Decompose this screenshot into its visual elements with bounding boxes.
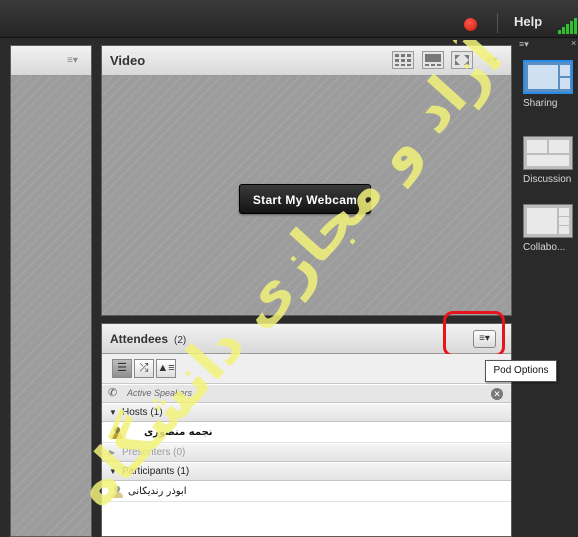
grid-view-icon[interactable] — [392, 51, 415, 69]
start-webcam-button[interactable]: Start My Webcam — [239, 184, 371, 214]
active-speakers-bar: ✆ Active Speakers ✕ — [102, 385, 511, 403]
collapsed-arrow-icon: ▶ — [109, 448, 116, 457]
host-row[interactable]: نجمه منصوری — [102, 423, 511, 443]
close-icon[interactable]: ✕ — [491, 388, 503, 400]
attendee-view-toolbar: ☰ ⤮ ▲≡ — [102, 354, 511, 384]
attendees-pod-header: Attendees (2) ≡▾ — [102, 311, 511, 357]
participants-group-label: Participants (1) — [122, 466, 190, 477]
layout-label: Collabo... — [523, 242, 566, 253]
video-view-controls — [389, 51, 473, 71]
video-pod-menu-icon[interactable]: ≡▾ — [486, 55, 506, 67]
highlight-annotation — [443, 311, 505, 357]
video-pod: Video ≡▾ Start My Webcam — [101, 45, 512, 316]
hosts-group-label: Hosts (1) — [122, 407, 163, 418]
left-pod-header: ≡▾ — [11, 46, 91, 76]
participant-row[interactable]: ابوذر رندیکانی — [102, 482, 511, 502]
host-name: نجمه منصوری — [144, 427, 213, 438]
attendees-title: Attendees — [110, 332, 169, 346]
phone-icon: ✆ — [108, 387, 118, 399]
presenters-group-header[interactable]: ▶ Presenters (0) — [102, 444, 511, 462]
video-pod-header: Video ≡▾ — [102, 46, 511, 76]
fullscreen-icon[interactable] — [451, 51, 473, 69]
expanded-arrow-icon: ▼ — [109, 467, 117, 476]
layout-discussion[interactable]: Discussion — [523, 136, 578, 185]
top-bar: Help — [0, 0, 578, 38]
layout-collaboration[interactable]: Collabo... — [523, 204, 578, 253]
layout-label: Sharing — [523, 98, 558, 109]
attendees-title-wrap: Attendees (2) — [110, 332, 186, 346]
breakout-view-icon[interactable]: ⤮ — [134, 359, 154, 378]
list-view-icon[interactable]: ☰ — [112, 359, 132, 378]
layout-thumbnail — [523, 60, 573, 94]
layout-thumbnail — [523, 136, 573, 170]
attendees-pod: Attendees (2) ≡▾ ☰ ⤮ ▲≡ ✆ Active Speakers… — [101, 311, 512, 537]
layout-label: Discussion — [523, 174, 572, 185]
left-pod: ≡▾ — [10, 45, 92, 537]
left-pod-body — [11, 76, 91, 536]
filmstrip-view-icon[interactable] — [421, 51, 444, 69]
layouts-menu-icon[interactable]: ≡▾ — [519, 39, 529, 50]
participant-name: ابوذر رندیکانی — [128, 486, 187, 497]
participants-group-header[interactable]: ▼ Participants (1) — [102, 463, 511, 481]
attendees-count: (2) — [174, 335, 187, 346]
connection-signal-icon — [558, 18, 577, 34]
layouts-panel: ≡▾ × Sharing Discussion Collabo... — [515, 38, 578, 537]
layouts-panel-menu[interactable]: ≡▾ × — [515, 38, 578, 52]
video-pod-title: Video — [110, 53, 146, 68]
pod-options-tooltip: Pod Options — [485, 360, 557, 382]
status-view-icon[interactable]: ▲≡ — [156, 359, 176, 378]
hosts-group-header[interactable]: ▼ Hosts (1) — [102, 404, 511, 422]
active-speakers-label: Active Speakers — [127, 388, 193, 398]
host-user-icon — [111, 426, 123, 439]
collapse-icon[interactable]: × — [571, 38, 576, 48]
left-pod-menu-icon[interactable]: ≡▾ — [67, 55, 87, 67]
layout-sharing[interactable]: Sharing — [523, 60, 578, 109]
presenters-group-label: Presenters (0) — [122, 447, 186, 458]
expanded-arrow-icon: ▼ — [109, 408, 117, 417]
record-indicator-icon[interactable] — [464, 18, 477, 31]
help-menu[interactable]: Help — [514, 14, 542, 29]
participant-user-icon — [111, 485, 123, 498]
layout-thumbnail — [523, 204, 573, 238]
video-area: Start My Webcam — [102, 76, 511, 315]
divider — [497, 13, 498, 33]
